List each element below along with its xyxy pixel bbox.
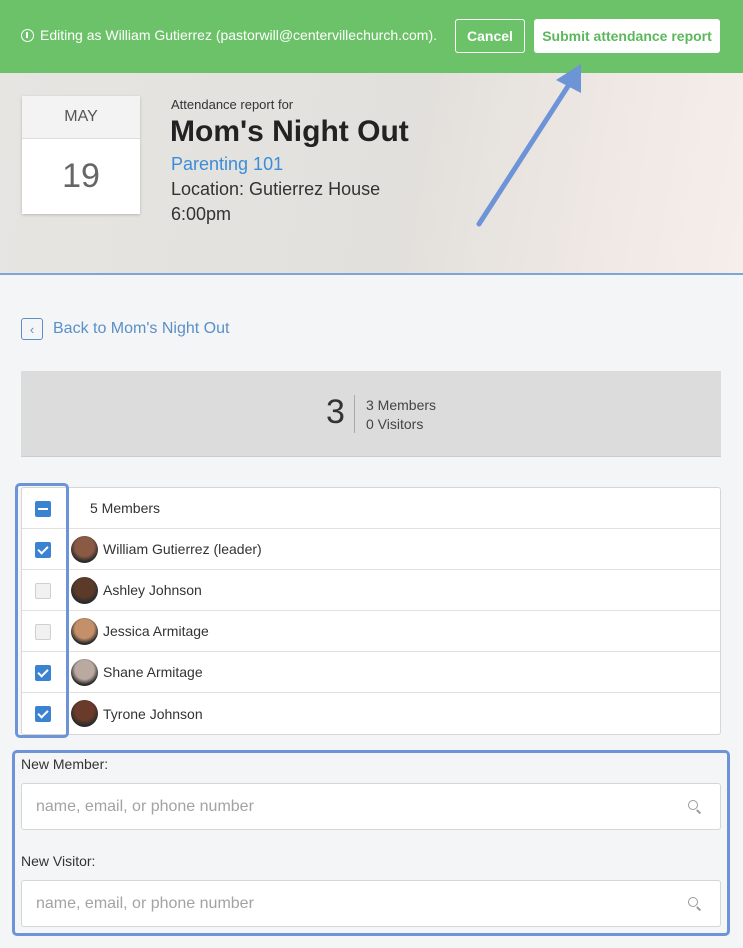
chevron-left-icon: ‹ [21,318,43,340]
attendance-summary: 3 3 Members 0 Visitors [21,371,721,457]
inputs-highlight [12,750,730,936]
members-header-row: 5 Members [22,488,720,529]
member-row[interactable]: Tyrone Johnson [22,693,720,734]
event-time: 6:00pm [171,204,232,224]
members-count: 3 Members [366,397,437,413]
checkbox-highlight [15,483,69,738]
member-row[interactable]: Ashley Johnson [22,570,720,611]
top-bar: Editing as William Gutierrez (pastorwill… [0,0,743,73]
cancel-button[interactable]: Cancel [455,19,525,53]
summary-divider [354,395,355,433]
avatar [71,659,98,686]
members-header: 5 Members [90,500,161,516]
member-name: Shane Armitage [103,664,203,680]
avatar [71,577,98,604]
visitors-count: 0 Visitors [366,416,424,432]
event-title: Mom's Night Out [170,115,409,148]
event-location: Location: Gutierrez House [171,179,381,199]
member-name: Jessica Armitage [103,623,209,639]
member-name: Ashley Johnson [103,582,202,598]
event-month: MAY [22,96,140,139]
attendance-total: 3 [326,393,345,431]
avatar [71,618,98,645]
member-row[interactable]: Jessica Armitage [22,611,720,652]
editing-notice: Editing as William Gutierrez (pastorwill… [21,27,437,43]
event-day: 19 [62,157,100,195]
event-header: MAY 19 Attendance report for Mom's Night… [0,73,743,275]
avatar [71,700,98,727]
editing-notice-text: Editing as William Gutierrez (pastorwill… [40,27,437,43]
back-link-label: Back to Mom's Night Out [53,320,230,337]
back-link[interactable]: ‹ Back to Mom's Night Out [21,318,229,340]
member-name: Tyrone Johnson [103,705,203,722]
members-list: 5 Members William Gutierrez (leader) Ash… [21,487,721,735]
date-card: MAY 19 [22,96,140,214]
avatar [71,536,98,563]
member-row[interactable]: William Gutierrez (leader) [22,529,720,570]
member-name: William Gutierrez (leader) [103,541,262,557]
member-row[interactable]: Shane Armitage [22,652,720,693]
submit-attendance-button[interactable]: Submit attendance report [534,19,720,53]
group-link[interactable]: Parenting 101 [171,154,283,175]
info-icon [21,28,34,42]
report-subtitle: Attendance report for [171,97,294,112]
